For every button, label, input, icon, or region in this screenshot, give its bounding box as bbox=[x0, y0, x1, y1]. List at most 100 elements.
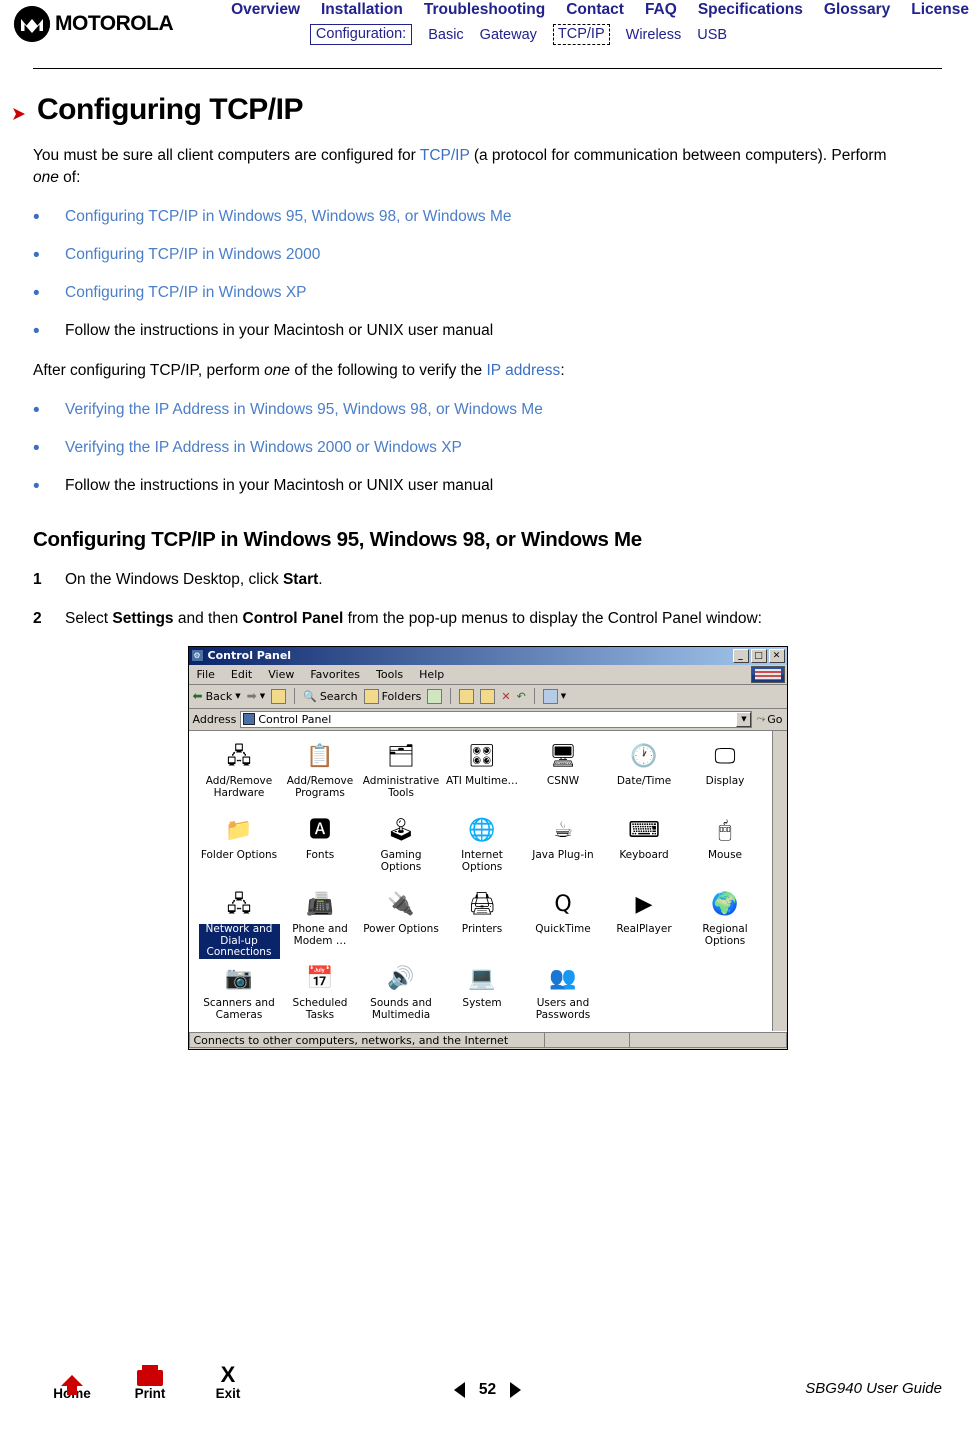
control-panel-item[interactable]: 🔊 Sounds and Multimedia bbox=[361, 963, 442, 1035]
control-panel-item[interactable]: 🎛 ATI Multime… bbox=[442, 741, 523, 813]
verify-link-ip-address[interactable]: IP address bbox=[486, 362, 560, 379]
control-panel-item-icon: 📅 bbox=[306, 965, 334, 991]
views-button[interactable]: ▼ bbox=[542, 688, 566, 704]
chevron-down-icon: ▼ bbox=[235, 692, 241, 701]
control-panel-item[interactable]: 🗂 Administrative Tools bbox=[361, 741, 442, 813]
step2-post: from the pop-up menus to display the Con… bbox=[343, 609, 762, 627]
minimize-button[interactable]: _ bbox=[732, 648, 749, 663]
link-config-win95[interactable]: Configuring TCP/IP in Windows 95, Window… bbox=[65, 207, 942, 227]
previous-page-icon[interactable] bbox=[453, 1382, 465, 1398]
control-panel-item[interactable]: 📠 Phone and Modem … bbox=[280, 889, 361, 961]
link-verify-win2000-xp[interactable]: Verifying the IP Address in Windows 2000… bbox=[65, 438, 942, 458]
control-panel-item-icon: 🖨 bbox=[468, 891, 496, 917]
address-input[interactable]: Control Panel ▼ bbox=[240, 710, 753, 728]
maximize-button[interactable]: □ bbox=[750, 648, 767, 663]
control-panel-item-icon: ▶ bbox=[635, 891, 653, 917]
link-config-winxp[interactable]: Configuring TCP/IP in Windows XP bbox=[65, 283, 942, 303]
intro-link-tcpip[interactable]: TCP/IP bbox=[420, 147, 470, 164]
step1-pre: On the Windows Desktop, click bbox=[65, 570, 283, 588]
nav-contact[interactable]: Contact bbox=[566, 1, 624, 19]
control-panel-item[interactable]: 🖧 Add/Remove Hardware bbox=[199, 741, 280, 813]
nav-installation[interactable]: Installation bbox=[321, 1, 403, 19]
menu-file[interactable]: File bbox=[197, 668, 215, 681]
step-text: Select Settings and then Control Panel f… bbox=[65, 609, 762, 630]
menu-edit[interactable]: Edit bbox=[231, 668, 252, 681]
control-panel-item[interactable]: 🌐 Internet Options bbox=[442, 815, 523, 887]
undo-icon[interactable]: ↶ bbox=[517, 690, 526, 703]
control-panel-item[interactable]: 🕐 Date/Time bbox=[604, 741, 685, 813]
subnav-gateway[interactable]: Gateway bbox=[480, 27, 537, 43]
control-panel-icon bbox=[243, 713, 256, 726]
copy-to-button[interactable] bbox=[480, 688, 496, 704]
control-panel-item[interactable]: 🅰 Fonts bbox=[280, 815, 361, 887]
nav-glossary[interactable]: Glossary bbox=[824, 1, 890, 19]
step-number: 2 bbox=[33, 609, 42, 627]
control-panel-item-label: CSNW bbox=[546, 774, 580, 787]
control-panel-item[interactable]: 🖨 Printers bbox=[442, 889, 523, 961]
control-panel-item[interactable]: 🕹 Gaming Options bbox=[361, 815, 442, 887]
page-title-row: Configuring TCP/IP bbox=[13, 93, 942, 127]
control-panel-item[interactable]: ⌨ Keyboard bbox=[604, 815, 685, 887]
move-to-button[interactable] bbox=[459, 688, 475, 704]
nav-specifications[interactable]: Specifications bbox=[698, 1, 803, 19]
bullet-icon: • bbox=[33, 399, 40, 421]
verify-emphasis: one bbox=[264, 361, 291, 379]
vertical-scrollbar[interactable] bbox=[771, 730, 787, 1031]
control-panel-item[interactable]: 💻 System bbox=[442, 963, 523, 1035]
chevron-down-icon[interactable]: ▼ bbox=[736, 711, 752, 727]
search-button[interactable]: 🔍 Search bbox=[303, 690, 358, 703]
menu-help[interactable]: Help bbox=[419, 668, 444, 681]
forward-button[interactable]: ➡ ▼ bbox=[247, 689, 265, 703]
menu-favorites[interactable]: Favorites bbox=[310, 668, 360, 681]
delete-icon[interactable]: ✕ bbox=[501, 690, 510, 703]
go-button[interactable]: ⤳ Go bbox=[756, 712, 782, 726]
list-item: • Configuring TCP/IP in Windows XP bbox=[33, 283, 942, 303]
control-panel-item[interactable]: 📋 Add/Remove Programs bbox=[280, 741, 361, 813]
status-cell-3 bbox=[628, 1032, 787, 1049]
subnav-tcpip[interactable]: TCP/IP bbox=[552, 24, 610, 45]
control-panel-item[interactable]: 🖧 Network and Dial-up Connections bbox=[198, 889, 280, 961]
step-1: 1 On the Windows Desktop, click Start. bbox=[33, 570, 942, 591]
subnav-usb[interactable]: USB bbox=[697, 27, 727, 43]
control-panel-item[interactable]: 🖱 Mouse bbox=[685, 815, 766, 887]
control-panel-item-label: Date/Time bbox=[616, 774, 672, 787]
control-panel-item[interactable]: Q QuickTime bbox=[523, 889, 604, 961]
intro-text-2: (a protocol for communication between co… bbox=[469, 147, 887, 164]
control-panel-item-icon: 💻 bbox=[468, 965, 496, 991]
control-panel-item[interactable]: 🔌 Power Options bbox=[361, 889, 442, 961]
next-page-icon[interactable] bbox=[510, 1382, 522, 1398]
menu-tools[interactable]: Tools bbox=[376, 668, 403, 681]
bullet-icon: • bbox=[33, 437, 40, 459]
control-panel-item[interactable]: 🖥 CSNW bbox=[523, 741, 604, 813]
close-button[interactable]: ✕ bbox=[768, 648, 785, 663]
step2-pre: Select bbox=[65, 609, 113, 627]
nav-license[interactable]: License bbox=[911, 1, 969, 19]
verify-text-1: After configuring TCP/IP, perform bbox=[33, 361, 265, 379]
nav-overview[interactable]: Overview bbox=[231, 1, 300, 19]
nav-faq[interactable]: FAQ bbox=[645, 1, 677, 19]
text-macintosh-unix-2: Follow the instructions in your Macintos… bbox=[65, 476, 494, 494]
up-folder-button[interactable] bbox=[271, 688, 287, 704]
back-button[interactable]: ⬅ Back ▼ bbox=[193, 689, 241, 703]
subnav-basic[interactable]: Basic bbox=[428, 27, 463, 43]
step1-bold: Start bbox=[282, 570, 319, 588]
link-config-win2000[interactable]: Configuring TCP/IP in Windows 2000 bbox=[65, 245, 942, 265]
folders-button[interactable]: Folders bbox=[363, 688, 421, 704]
control-panel-item[interactable]: 🖵 Display bbox=[685, 741, 766, 813]
control-panel-item[interactable]: 📷 Scanners and Cameras bbox=[199, 963, 280, 1035]
verify-links-list: • Verifying the IP Address in Windows 95,… bbox=[33, 400, 942, 496]
link-verify-win95[interactable]: Verifying the IP Address in Windows 95, … bbox=[65, 400, 942, 420]
control-panel-item[interactable]: 👥 Users and Passwords bbox=[523, 963, 604, 1035]
menu-view[interactable]: View bbox=[268, 668, 294, 681]
history-button[interactable] bbox=[427, 688, 443, 704]
control-panel-item[interactable]: 📁 Folder Options bbox=[199, 815, 280, 887]
control-panel-icon: ⚙ bbox=[190, 649, 204, 663]
logo-wordmark: MOTOROLA bbox=[55, 12, 174, 35]
control-panel-item[interactable]: 🌍 Regional Options bbox=[685, 889, 766, 961]
bullet-icon: • bbox=[33, 207, 40, 228]
control-panel-item[interactable]: ▶ RealPlayer bbox=[604, 889, 685, 961]
nav-troubleshooting[interactable]: Troubleshooting bbox=[424, 1, 545, 19]
subnav-wireless[interactable]: Wireless bbox=[626, 27, 682, 43]
control-panel-item[interactable]: ☕ Java Plug-in bbox=[523, 815, 604, 887]
control-panel-item[interactable]: 📅 Scheduled Tasks bbox=[280, 963, 361, 1035]
